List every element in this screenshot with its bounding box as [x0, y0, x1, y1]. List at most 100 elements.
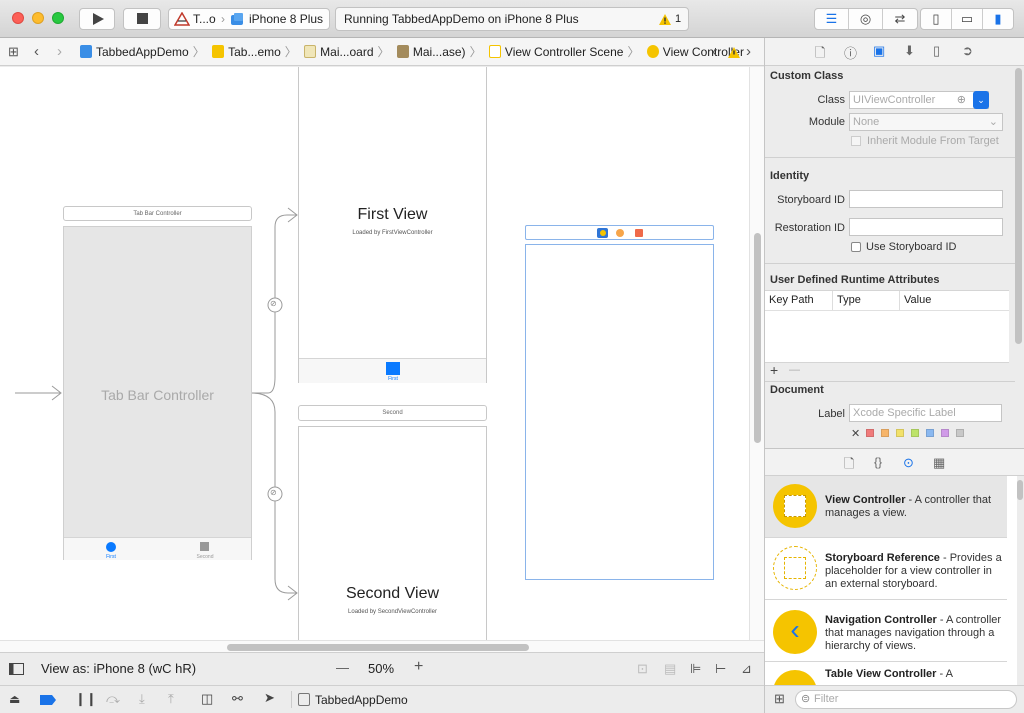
color-swatch[interactable]: [941, 429, 950, 437]
utilities-toggle-icon[interactable]: ▮: [983, 9, 1013, 29]
version-editor-icon[interactable]: ⇄: [883, 9, 917, 29]
breakpoints-icon[interactable]: [40, 695, 56, 705]
view-as-label[interactable]: View as: iPhone 8 (wC hR): [41, 661, 196, 676]
relationship-segue-icon[interactable]: ⊘: [270, 488, 277, 497]
scene-title-second[interactable]: Second: [298, 405, 487, 421]
breadcrumb-base[interactable]: Mai...ase): [396, 38, 466, 66]
list-item-storyboard-reference[interactable]: Storyboard Reference - Provides a placeh…: [765, 538, 1007, 600]
breadcrumb-scene[interactable]: View Controller Scene: [488, 38, 623, 66]
warning-icon[interactable]: [727, 46, 741, 59]
step-in-icon[interactable]: ⤓: [139, 691, 145, 707]
assistant-editor-icon[interactable]: ◎: [849, 9, 883, 29]
inspector-scrollbar[interactable]: [1015, 68, 1022, 344]
list-item-navigation-controller[interactable]: ‹ Navigation Controller - A controller t…: [765, 600, 1007, 662]
next-issue-icon[interactable]: ›: [746, 38, 751, 66]
breadcrumb-storyboard[interactable]: Mai...oard: [304, 38, 374, 66]
warning-icon[interactable]: [658, 13, 672, 26]
attributes-inspector-icon[interactable]: ⬇: [904, 43, 915, 59]
inherit-module-checkbox[interactable]: [851, 136, 861, 146]
standard-editor-icon[interactable]: ☰: [815, 9, 849, 29]
storyboard-canvas[interactable]: ⊘ ⊘ Tab Bar Controller Tab Bar Controlle…: [0, 67, 749, 640]
column-key-path[interactable]: Key Path: [769, 291, 814, 309]
relationship-segue-icon[interactable]: ⊘: [270, 299, 277, 308]
list-item-table-view-controller[interactable]: Table View Controller - A: [765, 662, 1007, 685]
breadcrumb-project[interactable]: TabbedAppDemo: [80, 38, 189, 66]
pin-icon[interactable]: ⊢: [715, 661, 726, 677]
zoom-out-button[interactable]: —: [336, 660, 349, 675]
media-library-icon[interactable]: ▦: [933, 455, 945, 471]
forward-arrow-icon[interactable]: ›: [57, 38, 62, 66]
identity-inspector-icon[interactable]: ▣: [873, 43, 885, 59]
dock-view-controller-icon[interactable]: [597, 228, 608, 238]
selected-scene-dock[interactable]: [525, 225, 714, 240]
file-templates-icon[interactable]: 🗋: [844, 455, 854, 477]
column-value[interactable]: Value: [904, 291, 931, 309]
step-out-icon[interactable]: ⤒: [168, 691, 174, 707]
color-swatch[interactable]: [896, 429, 905, 437]
remove-attribute-button[interactable]: —: [789, 364, 800, 376]
file-inspector-icon[interactable]: 🗋: [815, 44, 825, 66]
code-snippets-icon[interactable]: {}: [874, 455, 882, 469]
first-responder-icon[interactable]: [616, 229, 624, 237]
previous-issue-icon[interactable]: ‹: [712, 38, 717, 66]
breadcrumb-folder[interactable]: Tab...emo: [212, 38, 281, 66]
horizontal-scroll-thumb[interactable]: [227, 644, 529, 651]
location-icon[interactable]: ➤: [264, 690, 275, 706]
color-swatch[interactable]: [866, 429, 875, 437]
color-swatch[interactable]: [881, 429, 890, 437]
size-inspector-icon[interactable]: ▯: [933, 43, 940, 59]
close-window-button[interactable]: [12, 12, 24, 24]
embed-in-icon[interactable]: ⊡: [637, 661, 648, 677]
zoom-in-button[interactable]: +: [414, 658, 423, 676]
run-button[interactable]: [79, 8, 115, 30]
object-library-list[interactable]: View Controller - A controller that mana…: [765, 476, 1017, 685]
add-attribute-button[interactable]: +: [770, 362, 778, 378]
memory-graph-icon[interactable]: ⚯: [232, 691, 243, 707]
use-storyboard-id-checkbox[interactable]: [851, 242, 861, 252]
storyboard-id-field[interactable]: [849, 190, 1003, 208]
first-tab-item-icon[interactable]: [386, 362, 400, 375]
view-debugger-icon[interactable]: ◫: [201, 691, 213, 707]
navigator-toggle-icon[interactable]: ▯: [921, 9, 952, 29]
selected-view-controller[interactable]: [525, 244, 714, 580]
quick-help-icon[interactable]: ⓘ: [844, 43, 857, 62]
scene-title-tabbar[interactable]: Tab Bar Controller: [63, 206, 252, 221]
stack-icon[interactable]: ▤: [664, 661, 676, 677]
vertical-scroll-thumb[interactable]: [754, 233, 761, 443]
resolve-issues-icon[interactable]: ⊿: [741, 661, 752, 677]
module-select[interactable]: None ⌄: [849, 113, 1003, 131]
zoom-window-button[interactable]: [52, 12, 64, 24]
step-over-icon[interactable]: ⤼: [106, 691, 120, 707]
first-tab-icon[interactable]: [106, 542, 116, 552]
color-swatch[interactable]: [911, 429, 920, 437]
related-items-icon[interactable]: ⊞: [8, 38, 19, 66]
align-icon[interactable]: ⊫: [690, 661, 701, 677]
library-scrollbar[interactable]: [1017, 480, 1023, 500]
object-library-icon[interactable]: ⊙: [903, 455, 914, 471]
debug-area-toggle-icon[interactable]: ▭: [952, 9, 983, 29]
color-swatch[interactable]: [956, 429, 965, 437]
connections-inspector-icon[interactable]: ➲: [962, 43, 973, 59]
hide-debug-area-icon[interactable]: ⏏: [9, 692, 20, 706]
scheme-selector[interactable]: T...o › iPhone 8 Plus: [168, 8, 330, 30]
back-arrow-icon[interactable]: ‹: [34, 38, 39, 66]
debug-target-label[interactable]: TabbedAppDemo: [315, 693, 408, 707]
go-arrow-icon[interactable]: ⊕: [957, 92, 966, 108]
class-field[interactable]: UIViewController ⊕ ⌄: [849, 91, 989, 109]
class-dropdown-button[interactable]: ⌄: [973, 91, 989, 109]
color-swatch[interactable]: [926, 429, 935, 437]
stop-button[interactable]: [123, 8, 161, 30]
grid-view-icon[interactable]: ⊞: [774, 691, 785, 707]
document-label-field[interactable]: Xcode Specific Label: [849, 404, 1002, 422]
first-view-controller[interactable]: First View Loaded by FirstViewController…: [298, 67, 487, 383]
pause-icon[interactable]: ❙❙: [75, 691, 97, 707]
runtime-attributes-table[interactable]: Key Path Type Value: [765, 290, 1009, 363]
document-outline-toggle-icon[interactable]: [9, 663, 25, 676]
exit-icon[interactable]: [635, 229, 643, 237]
minimize-window-button[interactable]: [32, 12, 44, 24]
second-tab-icon[interactable]: [200, 542, 209, 551]
second-view-controller[interactable]: Second View Loaded by SecondViewControll…: [298, 426, 487, 640]
clear-color-icon[interactable]: ✕: [851, 428, 860, 440]
tabbar-controller-view[interactable]: Tab Bar Controller First Second: [63, 226, 252, 560]
restoration-id-field[interactable]: [849, 218, 1003, 236]
